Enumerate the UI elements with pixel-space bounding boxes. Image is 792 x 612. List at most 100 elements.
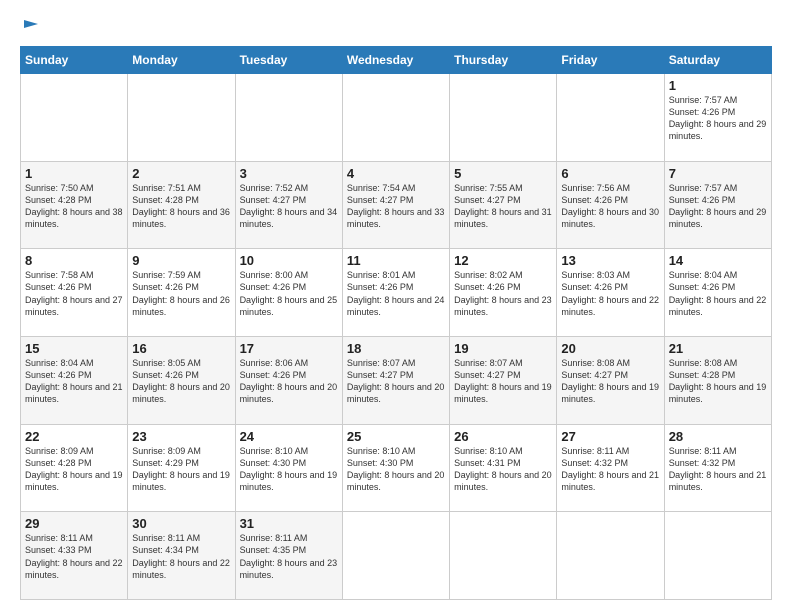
- day-number: 13: [561, 253, 659, 268]
- header-sunday: Sunday: [21, 47, 128, 74]
- day-info: Sunrise: 8:11 AMSunset: 4:32 PMDaylight:…: [669, 446, 767, 492]
- calendar-cell: 16 Sunrise: 8:05 AMSunset: 4:26 PMDaylig…: [128, 336, 235, 424]
- calendar-cell: 11 Sunrise: 8:01 AMSunset: 4:26 PMDaylig…: [342, 249, 449, 337]
- logo-text: [20, 18, 40, 36]
- calendar-cell: 27 Sunrise: 8:11 AMSunset: 4:32 PMDaylig…: [557, 424, 664, 512]
- day-info: Sunrise: 8:07 AMSunset: 4:27 PMDaylight:…: [347, 358, 445, 404]
- day-number: 16: [132, 341, 230, 356]
- logo-flag-icon: [22, 18, 40, 36]
- day-number: 28: [669, 429, 767, 444]
- day-number: 17: [240, 341, 338, 356]
- calendar-week-2: 1 Sunrise: 7:50 AMSunset: 4:28 PMDayligh…: [21, 161, 772, 249]
- calendar-cell: 24 Sunrise: 8:10 AMSunset: 4:30 PMDaylig…: [235, 424, 342, 512]
- day-number: 5: [454, 166, 552, 181]
- calendar: SundayMondayTuesdayWednesdayThursdayFrid…: [20, 46, 772, 600]
- calendar-cell: 14 Sunrise: 8:04 AMSunset: 4:26 PMDaylig…: [664, 249, 771, 337]
- day-number: 24: [240, 429, 338, 444]
- calendar-week-3: 8 Sunrise: 7:58 AMSunset: 4:26 PMDayligh…: [21, 249, 772, 337]
- day-info: Sunrise: 8:07 AMSunset: 4:27 PMDaylight:…: [454, 358, 552, 404]
- calendar-cell: 7 Sunrise: 7:57 AMSunset: 4:26 PMDayligh…: [664, 161, 771, 249]
- day-info: Sunrise: 7:50 AMSunset: 4:28 PMDaylight:…: [25, 183, 123, 229]
- day-info: Sunrise: 8:00 AMSunset: 4:26 PMDaylight:…: [240, 270, 338, 316]
- calendar-cell: 13 Sunrise: 8:03 AMSunset: 4:26 PMDaylig…: [557, 249, 664, 337]
- day-number: 20: [561, 341, 659, 356]
- day-number: 1: [669, 78, 767, 93]
- calendar-cell: [235, 74, 342, 162]
- header-thursday: Thursday: [450, 47, 557, 74]
- day-info: Sunrise: 8:10 AMSunset: 4:30 PMDaylight:…: [240, 446, 338, 492]
- day-info: Sunrise: 8:09 AMSunset: 4:29 PMDaylight:…: [132, 446, 230, 492]
- day-number: 22: [25, 429, 123, 444]
- day-info: Sunrise: 7:52 AMSunset: 4:27 PMDaylight:…: [240, 183, 338, 229]
- calendar-cell: 25 Sunrise: 8:10 AMSunset: 4:30 PMDaylig…: [342, 424, 449, 512]
- day-info: Sunrise: 8:02 AMSunset: 4:26 PMDaylight:…: [454, 270, 552, 316]
- page: SundayMondayTuesdayWednesdayThursdayFrid…: [0, 0, 792, 612]
- day-number: 30: [132, 516, 230, 531]
- day-number: 8: [25, 253, 123, 268]
- day-number: 1: [25, 166, 123, 181]
- day-info: Sunrise: 7:57 AMSunset: 4:26 PMDaylight:…: [669, 95, 767, 141]
- day-info: Sunrise: 8:08 AMSunset: 4:28 PMDaylight:…: [669, 358, 767, 404]
- calendar-cell: 15 Sunrise: 8:04 AMSunset: 4:26 PMDaylig…: [21, 336, 128, 424]
- day-number: 14: [669, 253, 767, 268]
- calendar-cell: 31 Sunrise: 8:11 AMSunset: 4:35 PMDaylig…: [235, 512, 342, 600]
- day-info: Sunrise: 7:58 AMSunset: 4:26 PMDaylight:…: [25, 270, 123, 316]
- calendar-cell: 1 Sunrise: 7:50 AMSunset: 4:28 PMDayligh…: [21, 161, 128, 249]
- calendar-cell: 10 Sunrise: 8:00 AMSunset: 4:26 PMDaylig…: [235, 249, 342, 337]
- header-wednesday: Wednesday: [342, 47, 449, 74]
- day-number: 12: [454, 253, 552, 268]
- header: [20, 18, 772, 36]
- day-info: Sunrise: 8:11 AMSunset: 4:32 PMDaylight:…: [561, 446, 659, 492]
- calendar-cell: [342, 512, 449, 600]
- calendar-cell: 9 Sunrise: 7:59 AMSunset: 4:26 PMDayligh…: [128, 249, 235, 337]
- day-number: 11: [347, 253, 445, 268]
- calendar-cell: 19 Sunrise: 8:07 AMSunset: 4:27 PMDaylig…: [450, 336, 557, 424]
- calendar-cell: 26 Sunrise: 8:10 AMSunset: 4:31 PMDaylig…: [450, 424, 557, 512]
- day-info: Sunrise: 8:06 AMSunset: 4:26 PMDaylight:…: [240, 358, 338, 404]
- calendar-cell: 8 Sunrise: 7:58 AMSunset: 4:26 PMDayligh…: [21, 249, 128, 337]
- calendar-cell: 3 Sunrise: 7:52 AMSunset: 4:27 PMDayligh…: [235, 161, 342, 249]
- day-info: Sunrise: 8:11 AMSunset: 4:33 PMDaylight:…: [25, 533, 123, 579]
- day-number: 19: [454, 341, 552, 356]
- calendar-cell: [557, 512, 664, 600]
- day-info: Sunrise: 7:56 AMSunset: 4:26 PMDaylight:…: [561, 183, 659, 229]
- day-info: Sunrise: 8:11 AMSunset: 4:35 PMDaylight:…: [240, 533, 338, 579]
- calendar-week-5: 22 Sunrise: 8:09 AMSunset: 4:28 PMDaylig…: [21, 424, 772, 512]
- calendar-cell: [450, 74, 557, 162]
- day-number: 6: [561, 166, 659, 181]
- day-info: Sunrise: 8:10 AMSunset: 4:31 PMDaylight:…: [454, 446, 552, 492]
- day-info: Sunrise: 8:10 AMSunset: 4:30 PMDaylight:…: [347, 446, 445, 492]
- day-number: 3: [240, 166, 338, 181]
- day-info: Sunrise: 8:05 AMSunset: 4:26 PMDaylight:…: [132, 358, 230, 404]
- day-info: Sunrise: 8:08 AMSunset: 4:27 PMDaylight:…: [561, 358, 659, 404]
- day-number: 29: [25, 516, 123, 531]
- day-info: Sunrise: 7:55 AMSunset: 4:27 PMDaylight:…: [454, 183, 552, 229]
- header-monday: Monday: [128, 47, 235, 74]
- calendar-week-1: 1 Sunrise: 7:57 AMSunset: 4:26 PMDayligh…: [21, 74, 772, 162]
- day-info: Sunrise: 8:09 AMSunset: 4:28 PMDaylight:…: [25, 446, 123, 492]
- header-tuesday: Tuesday: [235, 47, 342, 74]
- day-info: Sunrise: 7:59 AMSunset: 4:26 PMDaylight:…: [132, 270, 230, 316]
- calendar-cell: 29 Sunrise: 8:11 AMSunset: 4:33 PMDaylig…: [21, 512, 128, 600]
- day-info: Sunrise: 8:04 AMSunset: 4:26 PMDaylight:…: [669, 270, 767, 316]
- day-info: Sunrise: 8:11 AMSunset: 4:34 PMDaylight:…: [132, 533, 230, 579]
- calendar-cell: 17 Sunrise: 8:06 AMSunset: 4:26 PMDaylig…: [235, 336, 342, 424]
- calendar-cell: 30 Sunrise: 8:11 AMSunset: 4:34 PMDaylig…: [128, 512, 235, 600]
- day-number: 18: [347, 341, 445, 356]
- day-number: 9: [132, 253, 230, 268]
- day-info: Sunrise: 7:54 AMSunset: 4:27 PMDaylight:…: [347, 183, 445, 229]
- day-number: 4: [347, 166, 445, 181]
- calendar-cell: 2 Sunrise: 7:51 AMSunset: 4:28 PMDayligh…: [128, 161, 235, 249]
- calendar-header-row: SundayMondayTuesdayWednesdayThursdayFrid…: [21, 47, 772, 74]
- day-number: 15: [25, 341, 123, 356]
- calendar-cell: 22 Sunrise: 8:09 AMSunset: 4:28 PMDaylig…: [21, 424, 128, 512]
- day-info: Sunrise: 8:03 AMSunset: 4:26 PMDaylight:…: [561, 270, 659, 316]
- day-number: 31: [240, 516, 338, 531]
- calendar-cell: [21, 74, 128, 162]
- calendar-cell: 6 Sunrise: 7:56 AMSunset: 4:26 PMDayligh…: [557, 161, 664, 249]
- calendar-cell: [557, 74, 664, 162]
- day-info: Sunrise: 8:01 AMSunset: 4:26 PMDaylight:…: [347, 270, 445, 316]
- calendar-cell: 28 Sunrise: 8:11 AMSunset: 4:32 PMDaylig…: [664, 424, 771, 512]
- calendar-cell: [128, 74, 235, 162]
- logo: [20, 18, 40, 36]
